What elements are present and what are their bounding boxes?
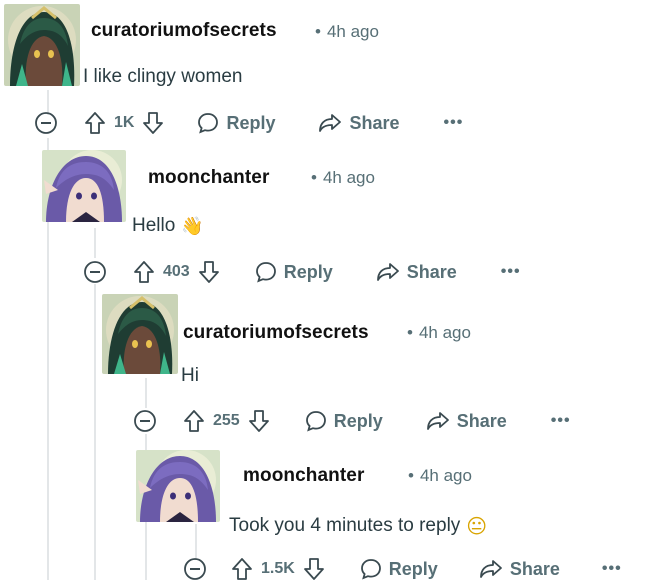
downvote-icon [303,558,324,580]
more-options-button[interactable]: ••• [551,412,571,430]
comment-text: I like clingy women [83,66,243,87]
username[interactable]: curatoriumofsecrets [91,20,277,42]
username[interactable]: curatoriumofsecrets [183,322,369,344]
collapse-icon [84,261,106,283]
thread-line-2 [94,228,96,258]
reply-label: Reply [226,112,276,133]
vote-count: 403 [163,263,190,280]
more-options-button[interactable]: ••• [602,560,622,578]
reply-button[interactable]: Reply [359,557,438,581]
comment-meta: • 4h ago [315,22,379,42]
reply-button[interactable]: Reply [304,409,383,433]
upvote-button[interactable] [133,260,155,284]
share-icon [479,560,502,578]
reply-icon [360,559,381,580]
more-options-button[interactable]: ••• [444,114,464,132]
comment-actions: 255 Reply Share ••• [133,407,571,435]
avatar[interactable] [102,294,178,374]
upvote-icon [184,410,204,432]
reply-button[interactable]: Reply [254,260,333,284]
reply-icon [305,411,326,432]
comment-body: Hello 👋 [132,215,204,237]
username[interactable]: moonchanter [148,167,269,189]
avatar-green-haired-character-icon [4,4,80,86]
avatar[interactable] [42,150,126,222]
comment-body: Took you 4 minutes to reply 😐 [229,514,487,538]
downvote-button[interactable] [303,557,325,581]
more-options-button[interactable]: ••• [501,263,521,281]
upvote-icon [134,261,154,283]
collapse-button[interactable] [83,260,107,284]
comment-text: Took you 4 minutes to reply [229,515,461,536]
comment-meta: • 4h ago [407,323,471,343]
reply-icon [255,262,276,283]
reply-label: Reply [388,558,438,579]
comment-text: Hi [181,365,199,386]
separator-dot: • [311,168,317,187]
vote-count: 255 [213,412,240,429]
separator-dot: • [407,323,413,342]
upvote-icon [85,112,105,134]
downvote-icon [143,112,164,134]
avatar-purple-haired-character-icon [136,450,220,522]
upvote-button[interactable] [84,111,106,135]
comment-meta: • 4h ago [311,168,375,188]
collapse-button[interactable] [133,409,157,433]
username[interactable]: moonchanter [243,465,364,487]
comment-actions: 1K Reply Share ••• [34,109,463,137]
share-label: Share [456,410,507,431]
timestamp[interactable]: 4h ago [327,22,379,41]
thread-line-3 [145,378,147,408]
comment-body: Hi [181,365,199,387]
emoji: 👋 [181,215,204,237]
reply-button[interactable]: Reply [196,111,275,135]
thread-line-2b [94,284,96,580]
vote-count: 1.5K [261,560,295,577]
collapse-icon [134,410,156,432]
timestamp[interactable]: 4h ago [419,323,471,342]
comment-actions: 403 Reply Share ••• [83,258,521,286]
upvote-button[interactable] [231,557,253,581]
avatar[interactable] [4,4,80,86]
share-icon [319,114,342,132]
share-icon [376,263,399,281]
collapse-button[interactable] [183,557,207,581]
upvote-button[interactable] [183,409,205,433]
share-label: Share [406,261,457,282]
avatar-purple-haired-character-icon [42,150,126,222]
avatar[interactable] [136,450,220,522]
avatar-green-haired-character-icon [102,294,178,374]
downvote-icon [248,410,269,432]
separator-dot: • [408,466,414,485]
downvote-icon [198,261,219,283]
downvote-button[interactable] [248,409,270,433]
share-button[interactable]: Share [425,409,507,433]
reply-label: Reply [283,261,333,282]
separator-dot: • [315,22,321,41]
share-button[interactable]: Share [317,111,400,135]
timestamp[interactable]: 4h ago [420,466,472,485]
upvote-icon [232,558,252,580]
share-button[interactable]: Share [478,557,560,581]
share-label: Share [509,558,560,579]
collapse-button[interactable] [34,111,58,135]
share-label: Share [349,112,400,133]
reply-icon [198,113,219,134]
reply-label: Reply [333,410,383,431]
collapse-icon [35,112,57,134]
share-button[interactable]: Share [375,260,457,284]
comment-text: Hello [132,215,176,236]
downvote-button[interactable] [142,111,164,135]
comment-meta: • 4h ago [408,466,472,486]
collapse-icon [184,558,206,580]
comment-actions: 1.5K Reply Share ••• [183,555,622,583]
vote-count: 1K [114,114,135,131]
timestamp[interactable]: 4h ago [323,168,375,187]
share-icon [426,412,449,430]
downvote-button[interactable] [198,260,220,284]
emoji: 😐 [466,514,488,538]
comment-body: I like clingy women [83,66,242,88]
